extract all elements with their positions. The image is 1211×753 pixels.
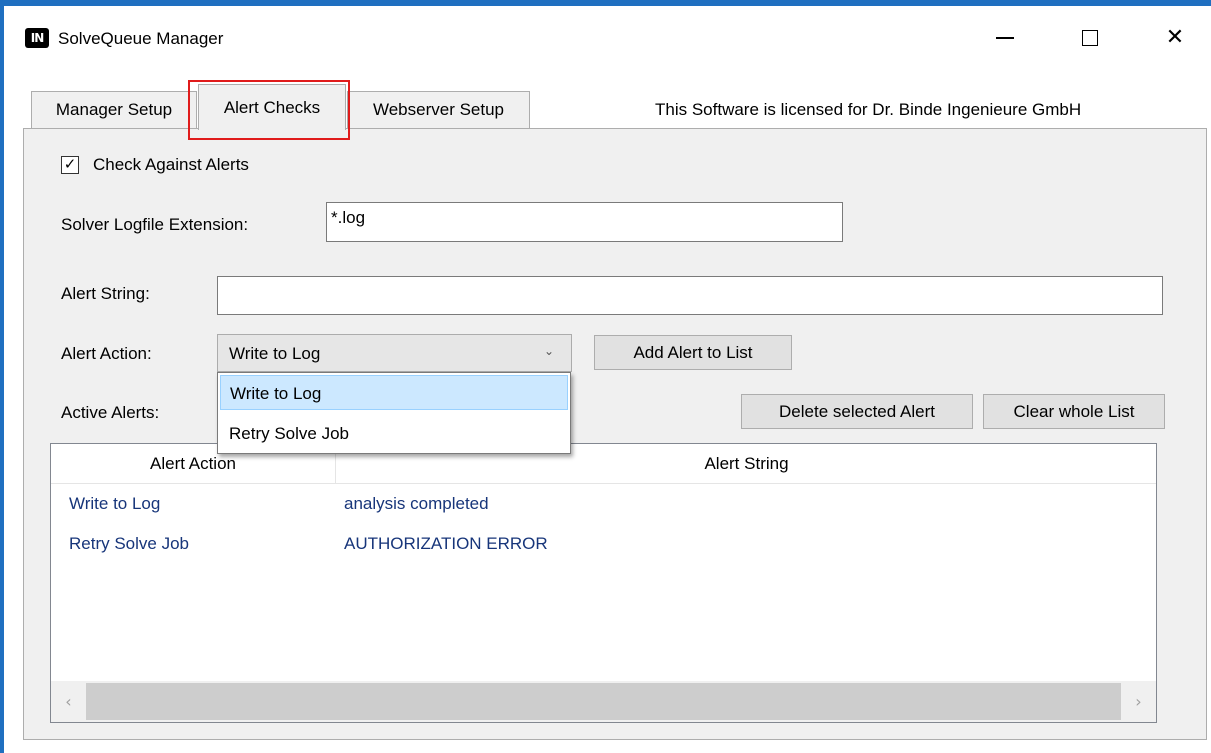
add-alert-button[interactable]: Add Alert to List [594, 335, 792, 370]
alert-action-dropdown[interactable]: Write to Log Retry Solve Job [217, 372, 571, 454]
table-row[interactable]: Retry Solve Job AUTHORIZATION ERROR [51, 524, 1156, 564]
check-against-alerts-label[interactable]: Check Against Alerts [93, 153, 249, 177]
license-text: This Software is licensed for Dr. Binde … [655, 100, 1082, 119]
scrollbar-thumb[interactable] [86, 683, 1121, 720]
scroll-right-icon[interactable]: › [1121, 681, 1156, 722]
chevron-down-icon[interactable]: ⌄ [544, 344, 554, 358]
window-title: SolveQueue Manager [58, 29, 224, 48]
check-against-alerts-checkbox[interactable]: ✓ [61, 156, 79, 174]
cell-alert-action: Retry Solve Job [69, 534, 189, 553]
active-alerts-label: Active Alerts: [61, 403, 160, 422]
maximize-button[interactable] [1060, 18, 1120, 58]
cell-alert-string: analysis completed [344, 494, 489, 513]
minimize-button[interactable] [975, 18, 1035, 58]
tab-manager-setup[interactable]: Manager Setup [31, 91, 197, 128]
scroll-left-icon[interactable]: ‹ [51, 681, 86, 722]
logfile-extension-label: Solver Logfile Extension: [61, 215, 249, 234]
table-row[interactable]: Write to Log analysis completed [51, 484, 1156, 524]
window-frame-left [0, 6, 4, 753]
cell-alert-string: AUTHORIZATION ERROR [344, 534, 548, 553]
logfile-extension-input[interactable]: *.log [326, 202, 843, 242]
alert-action-select[interactable]: Write to Log [217, 334, 572, 372]
dropdown-option-retry-solve-job[interactable]: Retry Solve Job [220, 416, 568, 451]
delete-selected-alert-button[interactable]: Delete selected Alert [741, 394, 973, 429]
clear-list-button[interactable]: Clear whole List [983, 394, 1165, 429]
dropdown-option-write-to-log[interactable]: Write to Log [220, 375, 568, 410]
app-logo-icon: IN [25, 28, 49, 48]
maximize-icon [1082, 30, 1098, 46]
cell-alert-action: Write to Log [69, 494, 161, 513]
horizontal-scrollbar[interactable]: ‹ › [51, 681, 1156, 722]
minimize-icon [996, 37, 1014, 39]
alert-string-input[interactable] [217, 276, 1163, 315]
tab-webserver-setup[interactable]: Webserver Setup [347, 91, 530, 128]
active-alerts-list[interactable]: Alert Action Alert String Write to Log a… [50, 443, 1157, 723]
alert-string-label: Alert String: [61, 284, 150, 303]
tab-highlight-box [188, 80, 350, 140]
close-button[interactable]: ✕ [1145, 18, 1205, 58]
alert-action-label: Alert Action: [61, 344, 152, 363]
close-icon: ✕ [1165, 25, 1185, 50]
